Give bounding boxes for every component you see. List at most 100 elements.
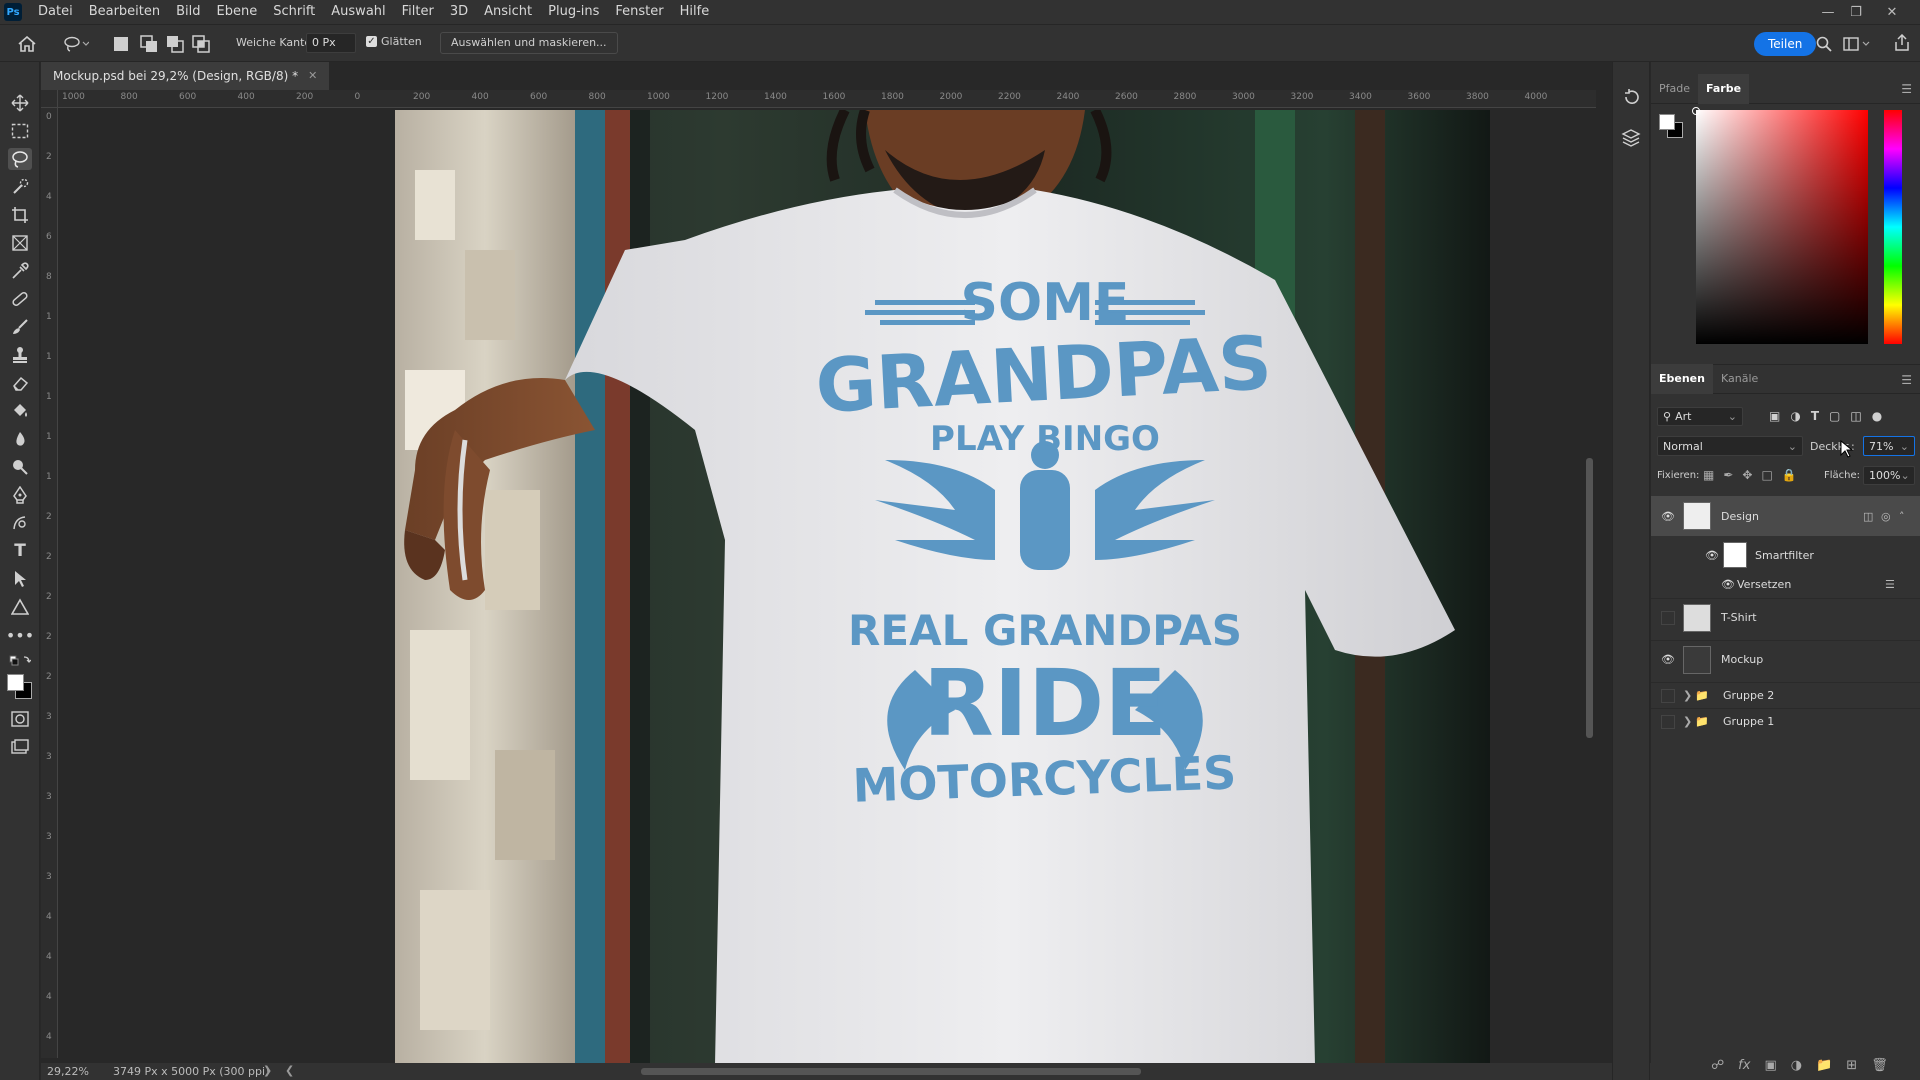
close-tab-icon[interactable]: ✕ (308, 62, 317, 90)
fx-icon[interactable]: fx (1738, 1058, 1750, 1073)
eraser-tool-icon[interactable] (8, 372, 32, 394)
menu-datei[interactable]: Datei (30, 0, 81, 24)
new-selection-icon[interactable] (114, 37, 128, 51)
healing-brush-tool-icon[interactable] (8, 288, 32, 310)
filter-adjustment-icon[interactable]: ◑ (1790, 409, 1800, 423)
add-mask-icon[interactable]: ▣ (1764, 1058, 1776, 1073)
workspace-icon[interactable] (1842, 35, 1872, 53)
fill-chevron-icon[interactable]: ⌄ (1900, 469, 1909, 482)
opacity-input[interactable]: 71% ⌄ (1863, 436, 1915, 456)
layer-row-tshirt[interactable]: T-Shirt (1651, 598, 1920, 636)
document-size-info[interactable]: 3749 Px x 5000 Px (300 ppi) (113, 1065, 269, 1078)
dodge-tool-icon[interactable] (8, 456, 32, 478)
scroll-left-icon[interactable]: ❮ (285, 1064, 294, 1077)
status-expand-icon[interactable]: ❯ (263, 1064, 272, 1077)
lock-transparency-icon[interactable]: ▦ (1703, 468, 1714, 482)
color-panel-menu-icon[interactable]: ☰ (1901, 82, 1912, 96)
filter-options-icon[interactable]: ☰ (1885, 578, 1895, 591)
more-tools-icon[interactable]: ••• (6, 624, 34, 646)
link-layers-icon[interactable]: ☍ (1711, 1058, 1724, 1073)
history-icon[interactable] (1623, 88, 1643, 108)
menu-schrift[interactable]: Schrift (265, 0, 323, 24)
gruppe2-eye-slot[interactable] (1661, 688, 1675, 703)
color-fg-swatch[interactable] (1659, 114, 1675, 130)
lock-position-icon[interactable]: ✥ (1742, 468, 1752, 482)
ruler-origin[interactable] (41, 90, 58, 108)
menu-fenster[interactable]: Fenster (607, 0, 671, 24)
feather-input[interactable]: 0 Px (306, 33, 356, 53)
filter-toggle-icon[interactable]: ● (1872, 409, 1882, 423)
blend-mode-select[interactable]: Normal ⌄ (1657, 436, 1803, 456)
expand-chevron-icon[interactable]: ❯ (1683, 689, 1692, 702)
menu-auswahl[interactable]: Auswahl (323, 0, 393, 24)
screen-mode-icon[interactable] (8, 736, 32, 758)
eyedropper-tool-icon[interactable] (8, 260, 32, 282)
layers-dock-icon[interactable] (1621, 128, 1643, 150)
menu-3d[interactable]: 3D (442, 0, 476, 24)
tab-ebenen[interactable]: Ebenen (1651, 364, 1713, 394)
select-and-mask-button[interactable]: Auswählen und maskieren... (440, 32, 618, 54)
antialias-checkbox[interactable]: ✓ Glätten (366, 35, 422, 48)
add-selection-icon[interactable] (140, 35, 158, 53)
close-window-icon[interactable]: ✕ (1878, 0, 1906, 24)
paint-bucket-tool-icon[interactable] (8, 400, 32, 422)
new-group-icon[interactable]: 📁 (1816, 1058, 1832, 1073)
menu-bild[interactable]: Bild (168, 0, 208, 24)
document-tab[interactable]: Mockup.psd bei 29,2% (Design, RGB/8) * ✕ (41, 62, 330, 90)
filter-type-icon[interactable]: T (1811, 409, 1819, 423)
quick-mask-icon[interactable] (8, 708, 32, 730)
tab-kanaele[interactable]: Kanäle (1713, 364, 1766, 394)
lasso-tool-preset-icon[interactable] (62, 34, 90, 54)
layer-row-mockup[interactable]: 👁 Mockup (1651, 640, 1920, 678)
versetzen-eye-icon[interactable]: 👁 (1721, 578, 1735, 591)
visibility-eye-icon[interactable]: 👁 (1661, 510, 1675, 523)
subtract-selection-icon[interactable] (166, 35, 184, 53)
delete-layer-icon[interactable]: 🗑 (1871, 1058, 1888, 1073)
hue-slider[interactable] (1884, 110, 1902, 344)
filter-shape-icon[interactable]: ▢ (1829, 409, 1840, 423)
minimize-icon[interactable]: — (1814, 0, 1842, 24)
menu-filter[interactable]: Filter (394, 0, 442, 24)
layer-filter-select[interactable]: ⚲ Art ⌄ (1657, 407, 1743, 426)
intersect-selection-icon[interactable] (192, 35, 210, 53)
menu-hilfe[interactable]: Hilfe (672, 0, 718, 24)
lasso-tool-icon[interactable] (8, 148, 32, 170)
layer-row-gruppe-2[interactable]: ❯ 📁 Gruppe 2 (1651, 682, 1920, 708)
tab-farbe[interactable]: Farbe (1698, 73, 1750, 104)
layer-row-design[interactable]: 👁 Design ◫ ◎ ˄ (1651, 496, 1920, 536)
search-icon[interactable] (1814, 35, 1834, 53)
smartfilter-mask-thumbnail[interactable] (1723, 542, 1747, 568)
type-tool-icon[interactable]: T (8, 540, 32, 562)
color-field-picker[interactable] (1696, 110, 1868, 344)
mockup-eye-icon[interactable]: 👁 (1661, 653, 1675, 666)
new-layer-icon[interactable]: ⊞ (1846, 1058, 1857, 1073)
share-button[interactable]: Teilen (1754, 32, 1817, 56)
layer-row-smartfilter[interactable]: 👁 Smartfilter (1651, 538, 1920, 572)
export-share-icon[interactable] (1892, 34, 1912, 52)
horizontal-scrollbar-thumb[interactable] (641, 1068, 1141, 1075)
layer-row-gruppe-1[interactable]: ❯ 📁 Gruppe 1 (1651, 708, 1920, 734)
filter-effects-icon[interactable]: ◎ (1881, 510, 1891, 523)
zoom-level[interactable]: 29,22% (47, 1065, 89, 1078)
filter-smartobject-icon[interactable]: ◫ (1850, 409, 1861, 423)
frame-tool-icon[interactable] (8, 232, 32, 254)
home-icon[interactable] (16, 33, 38, 55)
menu-ansicht[interactable]: Ansicht (476, 0, 540, 24)
collapse-chevron-icon[interactable]: ˄ (1899, 510, 1905, 523)
pen-tool-icon[interactable] (8, 484, 32, 506)
lock-pixels-icon[interactable]: ✒ (1723, 468, 1733, 482)
color-picker-cursor[interactable] (1692, 107, 1700, 115)
marquee-tool-icon[interactable] (8, 120, 32, 142)
path-selection-tool-icon[interactable] (8, 568, 32, 590)
lock-artboard-icon[interactable]: □ (1761, 468, 1772, 482)
color-swatches[interactable] (7, 674, 33, 700)
menu-ebene[interactable]: Ebene (209, 0, 266, 24)
hidden-eye-slot[interactable] (1661, 610, 1675, 625)
fill-input[interactable]: 100% ⌄ (1863, 466, 1915, 485)
swap-colors-icon[interactable] (8, 654, 32, 670)
move-tool-icon[interactable] (8, 92, 32, 114)
curvature-pen-tool-icon[interactable] (8, 512, 32, 534)
filter-pixel-icon[interactable]: ▣ (1769, 409, 1780, 423)
vertical-scrollbar-thumb[interactable] (1586, 458, 1593, 738)
crop-tool-icon[interactable] (8, 204, 32, 226)
